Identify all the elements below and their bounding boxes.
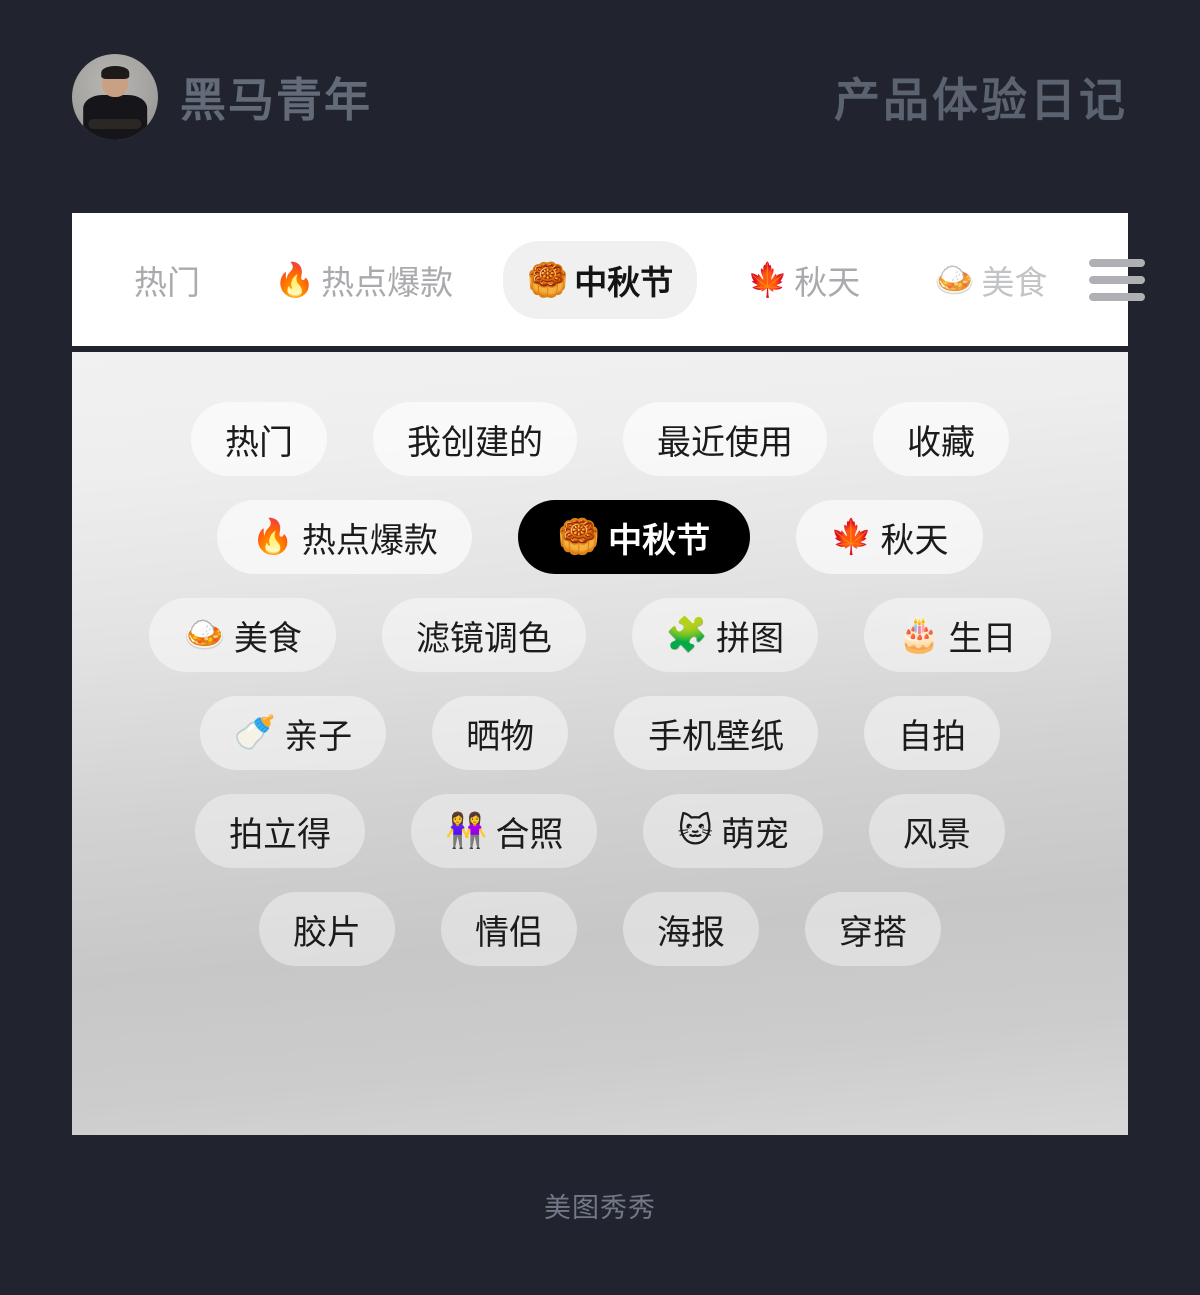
category-pill-emoji-icon: 🐱	[677, 812, 713, 850]
category-pill-label: 合照	[495, 815, 564, 854]
nav-tab-emoji-icon: 🍁	[747, 261, 789, 298]
category-pill-emoji-icon: 🎂	[898, 616, 941, 654]
nav-tab-emoji-icon: 🔥	[274, 261, 316, 298]
category-panel: 热门 我创建的 最近使用 收藏 🔥 热点爆款 🥮 中秋节 🍁 秋天 🍛 美食 滤镜调色 🧩 拼图 🎂 生日 🍼 亲子…	[72, 352, 1128, 1135]
category-pill-label: 海报	[657, 913, 725, 952]
brand-name: 黑马青年	[180, 74, 372, 126]
category-row-4: 拍立得 👭 合照 🐱 萌宠 风景	[72, 794, 1128, 868]
footer-app-name: 美图秀秀	[544, 1193, 656, 1223]
nav-tab-0[interactable]: 热门	[110, 241, 224, 319]
page-title: 产品体验日记	[834, 74, 1128, 126]
category-pill-label: 美食	[233, 619, 302, 658]
category-pill-label: 秋天	[880, 521, 949, 560]
category-pill-label: 亲子	[284, 717, 353, 756]
category-pill-3-3[interactable]: 自拍	[864, 696, 1001, 770]
category-pill-label: 收藏	[907, 423, 975, 462]
category-pill-2-1[interactable]: 滤镜调色	[381, 598, 586, 672]
category-pill-emoji-icon: 🥮	[557, 518, 601, 556]
category-pill-5-1[interactable]: 情侣	[441, 892, 577, 966]
category-pill-label: 风景	[902, 815, 971, 854]
category-row-5: 胶片 情侣 海报 穿搭	[72, 892, 1128, 966]
top-navigation-bar: 热门 🔥 热点爆款 🥮 中秋节 🍁 秋天 🍛 美食	[72, 213, 1146, 346]
category-pill-5-0[interactable]: 胶片	[259, 892, 395, 966]
category-pill-2-2[interactable]: 🧩 拼图	[631, 598, 819, 672]
nav-tab-label: 热点爆款	[321, 263, 454, 301]
avatar	[72, 54, 158, 140]
category-pill-label: 胶片	[293, 913, 361, 952]
category-pill-emoji-icon: 🧩	[665, 616, 709, 654]
category-pill-label: 滤镜调色	[415, 619, 552, 658]
category-pill-3-2[interactable]: 手机壁纸	[614, 696, 819, 770]
category-pill-4-0[interactable]: 拍立得	[195, 794, 366, 868]
category-pill-emoji-icon: 🍼	[233, 714, 277, 752]
nav-tab-label: 热门	[134, 263, 200, 301]
category-pill-emoji-icon: 🍁	[830, 518, 873, 556]
category-row-2: 🍛 美食 滤镜调色 🧩 拼图 🎂 生日	[72, 598, 1128, 672]
nav-tab-2[interactable]: 🥮 中秋节	[503, 240, 698, 319]
category-pill-label: 我创建的	[407, 423, 543, 462]
hamburger-menu-icon[interactable]	[1089, 258, 1146, 301]
hamburger-bar-3	[1089, 292, 1146, 301]
nav-tab-emoji-icon: 🥮	[527, 261, 569, 298]
category-row-3: 🍼 亲子 晒物 手机壁纸 自拍	[72, 696, 1128, 770]
category-pill-1-0[interactable]: 🔥 热点爆款	[217, 500, 472, 574]
category-pill-3-0[interactable]: 🍼 亲子	[199, 696, 387, 770]
category-row-0: 热门 我创建的 最近使用 收藏	[72, 402, 1128, 476]
category-pill-emoji-icon: 🔥	[251, 518, 294, 556]
nav-tab-4[interactable]: 🍛 美食	[910, 241, 1071, 319]
category-pill-2-0[interactable]: 🍛 美食	[149, 598, 336, 672]
category-pill-label: 最近使用	[657, 423, 793, 462]
nav-tab-label: 美食	[981, 263, 1048, 301]
category-pill-0-0[interactable]: 热门	[191, 402, 327, 476]
nav-tab-emoji-icon: 🍛	[934, 261, 976, 298]
category-pill-label: 拍立得	[229, 815, 332, 854]
category-pill-label: 生日	[948, 619, 1017, 658]
nav-tab-label: 秋天	[794, 263, 861, 301]
category-row-1: 🔥 热点爆款 🥮 中秋节 🍁 秋天	[72, 500, 1128, 574]
hamburger-bar-2	[1089, 275, 1146, 284]
category-pill-4-3[interactable]: 风景	[868, 794, 1005, 868]
avatar-arms-shape	[88, 118, 142, 129]
nav-tab-label: 中秋节	[574, 263, 674, 301]
category-pill-5-3[interactable]: 穿搭	[805, 892, 941, 966]
category-pill-2-3[interactable]: 🎂 生日	[864, 598, 1051, 672]
nav-tab-1[interactable]: 🔥 热点爆款	[250, 241, 477, 319]
category-pill-label: 拼图	[716, 619, 785, 658]
nav-tab-3[interactable]: 🍁 秋天	[723, 241, 884, 319]
category-pill-label: 手机壁纸	[648, 717, 785, 756]
category-pill-label: 晒物	[466, 717, 535, 756]
category-pill-emoji-icon: 👭	[445, 812, 488, 850]
category-pill-3-1[interactable]: 晒物	[432, 696, 569, 770]
category-pill-label: 热门	[225, 423, 293, 462]
category-pill-label: 自拍	[898, 717, 967, 756]
category-pill-label: 热点爆款	[301, 521, 438, 560]
category-pill-emoji-icon: 🍛	[183, 616, 226, 654]
category-pill-1-2[interactable]: 🍁 秋天	[796, 500, 983, 574]
category-pill-4-2[interactable]: 🐱 萌宠	[643, 794, 823, 868]
hamburger-bar-1	[1089, 258, 1146, 267]
screenshot-root: 黑马青年 产品体验日记 热门 🔥 热点爆款 🥮 中秋节 🍁 秋天 🍛 美食 热门 我创建的 最近使用…	[0, 0, 1200, 1295]
category-pill-label: 穿搭	[839, 913, 907, 952]
category-pill-4-1[interactable]: 👭 合照	[411, 794, 598, 868]
category-pill-0-2[interactable]: 最近使用	[623, 402, 827, 476]
category-pill-label: 中秋节	[608, 521, 711, 560]
nav-item-list: 热门 🔥 热点爆款 🥮 中秋节 🍁 秋天 🍛 美食	[110, 240, 1071, 319]
avatar-hair-shape	[101, 66, 129, 79]
category-pill-0-1[interactable]: 我创建的	[373, 402, 577, 476]
page-header: 黑马青年 产品体验日记	[72, 52, 1128, 142]
category-pill-label: 萌宠	[720, 815, 789, 854]
category-pill-1-1[interactable]: 🥮 中秋节	[517, 500, 751, 574]
category-pill-label: 情侣	[475, 913, 543, 952]
category-pill-5-2[interactable]: 海报	[623, 892, 759, 966]
category-pill-0-3[interactable]: 收藏	[873, 402, 1009, 476]
brand-block: 黑马青年	[72, 54, 372, 140]
